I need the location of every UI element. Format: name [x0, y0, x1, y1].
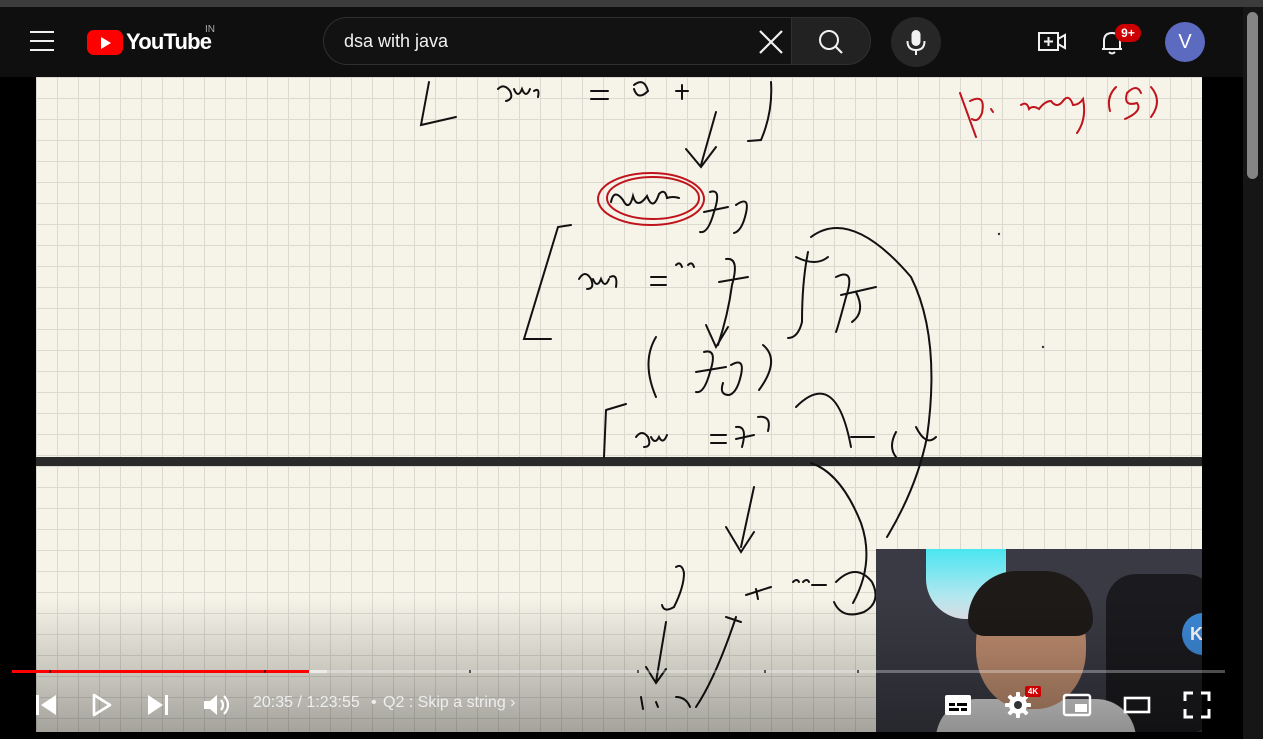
time-display: 20:35 / 1:23:55 — [253, 694, 360, 711]
window-top-strip — [0, 0, 1263, 7]
miniplayer-icon — [1062, 693, 1092, 717]
menu-icon[interactable] — [30, 31, 54, 51]
voice-search-button[interactable] — [891, 17, 941, 67]
country-code: IN — [205, 24, 215, 35]
avatar[interactable]: V — [1165, 22, 1205, 62]
chapter-title: Q2 : Skip a string — [383, 694, 506, 711]
chapter-separator: • — [371, 694, 377, 711]
fullscreen-button[interactable] — [1182, 687, 1212, 723]
volume-icon — [204, 695, 230, 715]
previous-button[interactable] — [33, 687, 59, 723]
chapter-title-button[interactable]: Q2 : Skip a string › — [383, 694, 516, 712]
subtitles-button[interactable] — [943, 687, 973, 723]
chapter-marker — [764, 670, 766, 673]
youtube-wordmark: YouTube — [126, 29, 212, 54]
quality-badge: 4K — [1025, 686, 1041, 697]
play-button[interactable] — [90, 687, 116, 723]
chapter-marker — [49, 670, 51, 673]
controls-gradient — [0, 597, 1243, 739]
clear-search-button[interactable] — [756, 27, 786, 57]
subtitles-icon — [945, 695, 971, 715]
chevron-right-icon: › — [510, 694, 516, 711]
chapter-marker — [469, 670, 471, 673]
page-scrollbar[interactable] — [1243, 7, 1263, 739]
play-icon — [92, 693, 112, 717]
youtube-logo[interactable]: YouTube — [87, 29, 212, 55]
create-button[interactable] — [1037, 28, 1067, 56]
search-icon — [819, 30, 843, 54]
scrollbar-thumb[interactable] — [1247, 12, 1258, 179]
search-input[interactable] — [344, 31, 744, 52]
clear-icon — [759, 30, 783, 54]
mic-icon — [906, 30, 926, 55]
prev-icon — [36, 695, 56, 715]
search-box[interactable] — [323, 17, 791, 65]
next-icon — [148, 695, 168, 715]
chapter-marker — [637, 670, 639, 673]
miniplayer-button[interactable] — [1062, 687, 1092, 723]
progress-bar[interactable] — [12, 670, 1225, 673]
notification-badge: 9+ — [1115, 24, 1141, 42]
theater-mode-button[interactable] — [1122, 687, 1152, 723]
chapter-marker — [264, 670, 266, 673]
search-button[interactable] — [791, 17, 871, 65]
theater-icon — [1123, 696, 1151, 714]
create-icon — [1038, 32, 1066, 51]
next-button[interactable] — [145, 687, 171, 723]
chapter-marker — [857, 670, 859, 673]
mute-button[interactable] — [202, 687, 232, 723]
fullscreen-icon — [1183, 691, 1211, 719]
youtube-play-icon — [87, 29, 123, 55]
masthead: YouTube IN 9+ V — [0, 7, 1243, 77]
video-player[interactable]: KK 20:35 / 1:23:55 — [0, 77, 1243, 739]
